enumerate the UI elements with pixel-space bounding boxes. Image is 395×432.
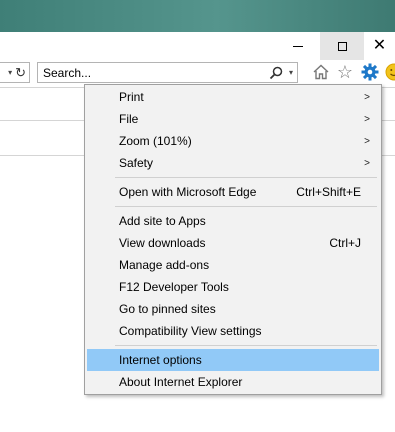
- menu-separator: [115, 345, 377, 346]
- menu-item-label: F12 Developer Tools: [119, 280, 229, 294]
- menu-item-label: File: [119, 112, 139, 126]
- submenu-arrow-icon: >: [364, 91, 370, 103]
- menu-item-label: Add site to Apps: [119, 214, 206, 228]
- menu-item-label: Internet options: [119, 353, 202, 367]
- minimize-button[interactable]: [276, 32, 320, 60]
- menu-item-add-site-to-apps[interactable]: Add site to Apps: [87, 210, 379, 232]
- tools-menu: Print > File > Zoom (101%) > Safety > Op…: [84, 84, 382, 395]
- maximize-icon: [337, 41, 347, 51]
- minimize-icon: [293, 45, 303, 47]
- refresh-icon[interactable]: ↻: [15, 65, 26, 81]
- maximize-button[interactable]: [320, 32, 364, 60]
- feedback-smiley-icon[interactable]: [384, 62, 395, 82]
- menu-item-label: Manage add-ons: [119, 258, 210, 272]
- menu-item-label: Safety: [119, 156, 154, 170]
- submenu-arrow-icon: >: [364, 113, 370, 125]
- menu-item-about-internet-explorer[interactable]: About Internet Explorer: [87, 371, 379, 393]
- menu-item-manage-add-ons[interactable]: Manage add-ons: [87, 254, 379, 276]
- menu-item-open-with-edge[interactable]: Open with Microsoft Edge Ctrl+Shift+E: [87, 181, 379, 203]
- menu-item-label: Go to pinned sites: [119, 302, 216, 316]
- submenu-arrow-icon: >: [364, 157, 370, 169]
- address-dropdown-icon[interactable]: ▾: [8, 68, 12, 77]
- menu-item-shortcut: Ctrl+Shift+E: [296, 185, 361, 199]
- address-bar-controls: ▾ ↻: [0, 62, 30, 83]
- menu-item-label: About Internet Explorer: [119, 375, 243, 389]
- menu-item-label: View downloads: [119, 236, 206, 250]
- search-box: ▾: [37, 62, 298, 83]
- menu-item-label: Compatibility View settings: [119, 324, 262, 338]
- menu-item-label: Print: [119, 90, 144, 104]
- gear-icon[interactable]: [360, 62, 380, 82]
- menu-item-zoom[interactable]: Zoom (101%) >: [87, 130, 379, 152]
- menu-item-file[interactable]: File >: [87, 108, 379, 130]
- search-icon[interactable]: [267, 64, 285, 82]
- menu-item-internet-options[interactable]: Internet options: [87, 349, 379, 371]
- search-input[interactable]: [38, 65, 267, 80]
- menu-item-print[interactable]: Print >: [87, 86, 379, 108]
- menu-item-compatibility-view-settings[interactable]: Compatibility View settings: [87, 320, 379, 342]
- menu-item-view-downloads[interactable]: View downloads Ctrl+J: [87, 232, 379, 254]
- menu-separator: [115, 177, 377, 178]
- menu-item-shortcut: Ctrl+J: [329, 236, 361, 250]
- menu-item-label: Open with Microsoft Edge: [119, 185, 257, 199]
- submenu-arrow-icon: >: [364, 135, 370, 147]
- favorites-star-icon[interactable]: ☆: [335, 62, 355, 82]
- menu-item-f12-developer-tools[interactable]: F12 Developer Tools: [87, 276, 379, 298]
- home-icon[interactable]: [311, 62, 331, 82]
- close-button[interactable]: ✕: [364, 32, 395, 60]
- search-dropdown-icon[interactable]: ▾: [285, 68, 297, 77]
- menu-item-label: Zoom (101%): [119, 134, 192, 148]
- close-icon: ✕: [372, 37, 387, 54]
- menu-separator: [115, 206, 377, 207]
- menu-item-go-to-pinned-sites[interactable]: Go to pinned sites: [87, 298, 379, 320]
- menu-item-safety[interactable]: Safety >: [87, 152, 379, 174]
- window-titlebar: [0, 0, 395, 32]
